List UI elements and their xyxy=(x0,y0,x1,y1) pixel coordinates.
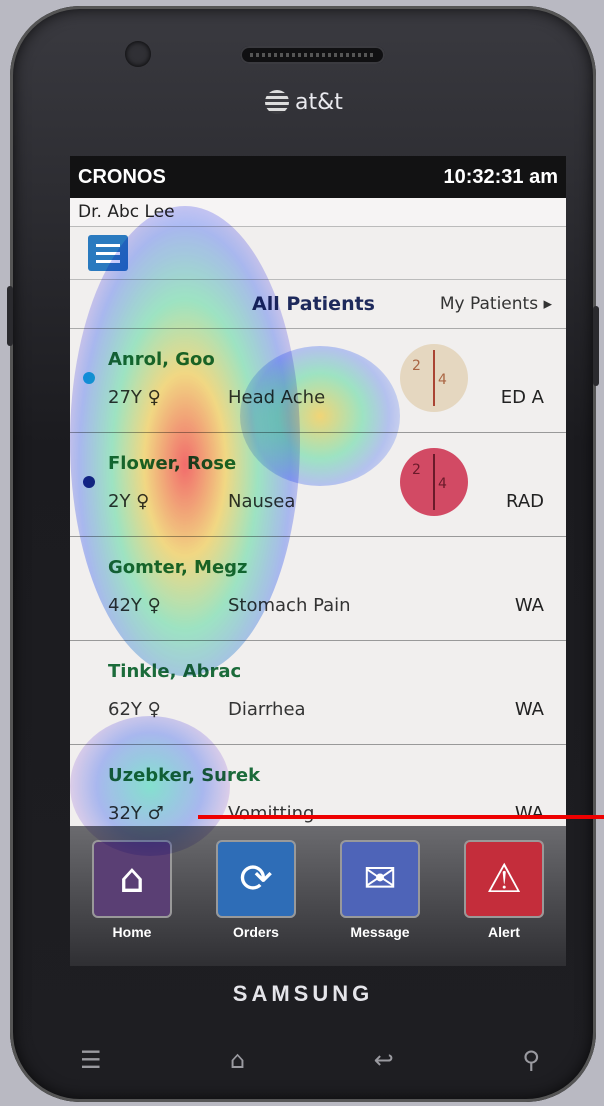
patient-name: Anrol, Goo xyxy=(108,349,215,370)
patient-complaint: Diarrhea xyxy=(228,699,306,720)
patient-complaint: Vomitting xyxy=(228,803,315,824)
volume-button xyxy=(7,286,13,346)
nav-label: Home xyxy=(112,924,152,940)
acuity-badge: 2 4 xyxy=(400,344,468,412)
nav-label: Orders xyxy=(233,924,279,940)
patient-complaint: Stomach Pain xyxy=(228,595,351,616)
patient-location: WA xyxy=(514,803,544,824)
patient-row[interactable]: Tinkle, Abrac 62Y ♀ Diarrhea WA xyxy=(70,641,566,745)
envelope-icon: ✉ xyxy=(340,840,420,918)
front-camera xyxy=(125,41,151,67)
patient-age-sex: 32Y ♂ xyxy=(108,803,164,824)
patient-name: Flower, Rose xyxy=(108,453,237,474)
carrier-logo: at&t xyxy=(265,88,385,116)
patient-name: Gomter, Megz xyxy=(108,557,248,578)
patient-row[interactable]: Gomter, Megz 42Y ♀ Stomach Pain WA xyxy=(70,537,566,641)
badge-divider xyxy=(433,454,435,510)
patient-age-sex: 2Y ♀ xyxy=(108,491,150,512)
patient-location: RAD xyxy=(506,491,544,512)
status-dot xyxy=(83,372,95,384)
earpiece-speaker xyxy=(240,46,385,64)
acuity-badge: 2 4 xyxy=(400,448,468,516)
nav-home[interactable]: ⌂ Home xyxy=(87,840,177,940)
annotation-line xyxy=(198,815,604,819)
menu-button[interactable] xyxy=(88,235,128,271)
patient-complaint: Nausea xyxy=(228,491,296,512)
menu-icon-line xyxy=(96,243,120,247)
tab-my-patients[interactable]: My Patients xyxy=(440,294,552,314)
nav-orders[interactable]: ⟳ Orders xyxy=(211,840,301,940)
patient-row[interactable]: Anrol, Goo 27Y ♀ Head Ache ED A 2 4 xyxy=(70,329,566,433)
patient-age-sex: 42Y ♀ xyxy=(108,595,161,616)
nav-alert[interactable]: ⚠ Alert xyxy=(459,840,549,940)
tab-all-patients[interactable]: All Patients xyxy=(252,293,375,315)
hardware-keys: ☰ ⌂ ↩ ⚲ xyxy=(80,1046,540,1074)
search-key-icon[interactable]: ⚲ xyxy=(522,1046,540,1074)
patient-location: WA xyxy=(514,595,544,616)
badge-right-value: 4 xyxy=(438,372,447,388)
refresh-icon: ⟳ xyxy=(216,840,296,918)
badge-divider xyxy=(433,350,435,406)
patient-location: ED A xyxy=(500,387,544,408)
warning-icon: ⚠ xyxy=(464,840,544,918)
globe-icon xyxy=(265,90,289,114)
home-icon: ⌂ xyxy=(92,840,172,918)
badge-left-value: 2 xyxy=(412,358,421,374)
manufacturer-logo: SAMSUNG xyxy=(232,981,374,1006)
patient-tabs: All Patients My Patients xyxy=(70,280,566,329)
app-name: CRONOS xyxy=(78,165,166,188)
status-bar: CRONOS 10:32:31 am xyxy=(70,156,566,198)
patient-complaint: Head Ache xyxy=(228,387,326,408)
phone-frame: at&t CRONOS 10:32:31 am Dr. Abc Lee All … xyxy=(7,6,599,1102)
nav-label: Alert xyxy=(488,924,520,940)
nav-label: Message xyxy=(350,924,410,940)
clock: 10:32:31 am xyxy=(443,165,558,188)
patient-name: Uzebker, Surek xyxy=(108,765,261,786)
status-dot xyxy=(83,476,95,488)
back-key-icon[interactable]: ↩ xyxy=(374,1046,394,1074)
badge-left-value: 2 xyxy=(412,462,421,478)
nav-message[interactable]: ✉ Message xyxy=(335,840,425,940)
badge-right-value: 4 xyxy=(438,476,447,492)
app-screen: CRONOS 10:32:31 am Dr. Abc Lee All Patie… xyxy=(70,156,566,966)
patient-age-sex: 62Y ♀ xyxy=(108,699,161,720)
patient-age-sex: 27Y ♀ xyxy=(108,387,161,408)
patient-name: Tinkle, Abrac xyxy=(108,661,242,682)
doctor-name: Dr. Abc Lee xyxy=(70,198,566,227)
bottom-nav: ⌂ Home ⟳ Orders ✉ Message ⚠ Alert xyxy=(70,826,566,966)
home-key-icon[interactable]: ⌂ xyxy=(230,1046,245,1074)
carrier-name: at&t xyxy=(295,89,343,115)
power-button xyxy=(593,306,599,386)
toolbar xyxy=(70,227,566,280)
patient-location: WA xyxy=(514,699,544,720)
patient-row[interactable]: Flower, Rose 2Y ♀ Nausea RAD 2 4 xyxy=(70,433,566,537)
menu-icon-line xyxy=(96,251,120,255)
menu-icon-line xyxy=(96,259,120,263)
menu-key-icon[interactable]: ☰ xyxy=(80,1046,102,1074)
